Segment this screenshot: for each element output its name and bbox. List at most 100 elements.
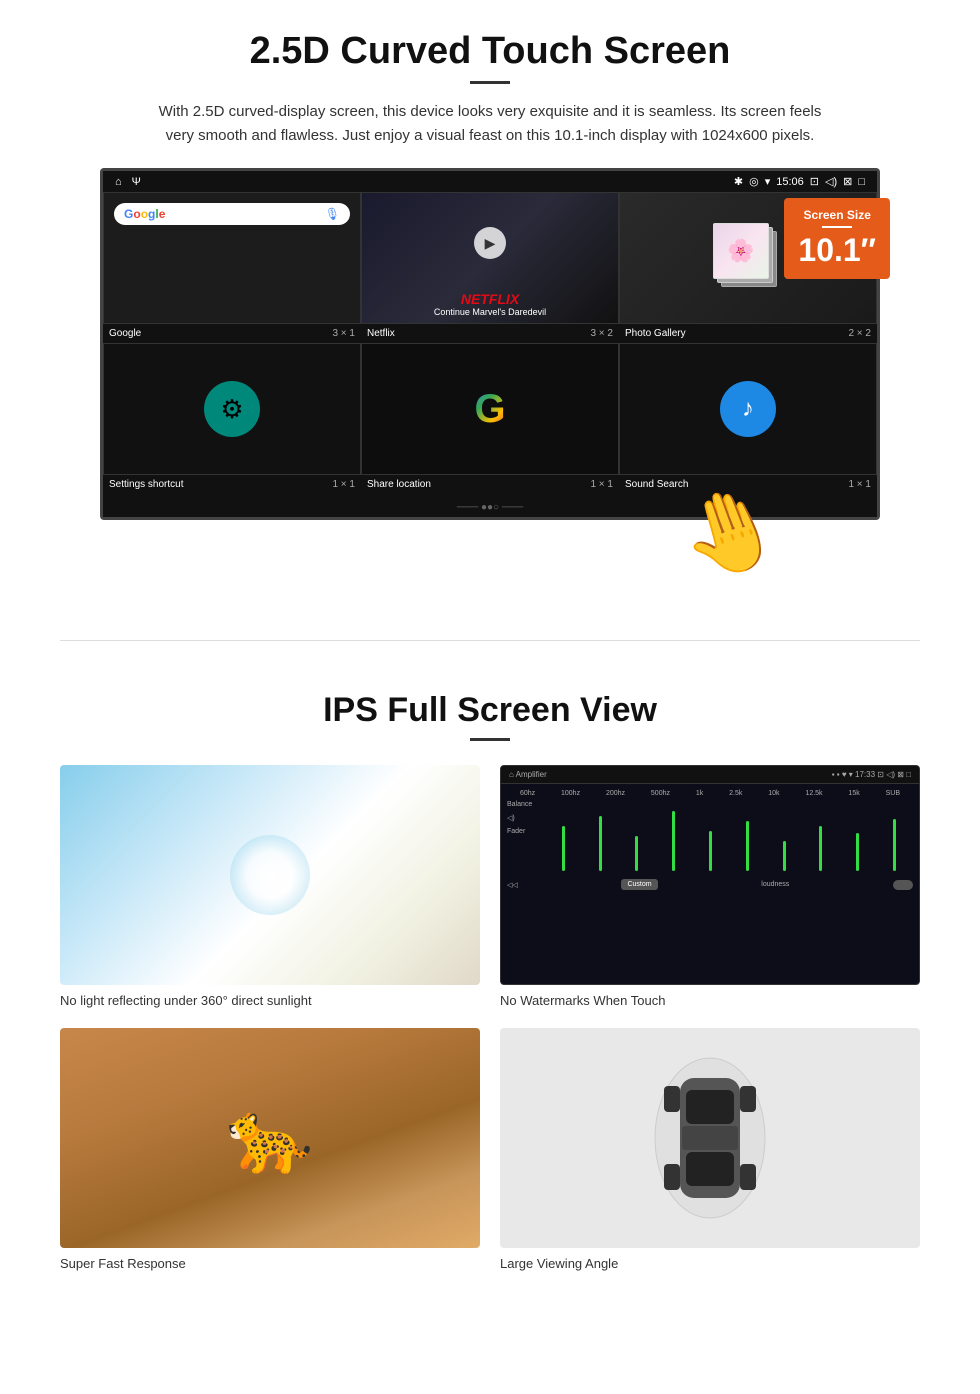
screen-size-label: Screen Size — [798, 208, 876, 222]
amp-bottom-bar: ◁◁ Custom loudness — [507, 879, 913, 890]
section2-title: IPS Full Screen View — [60, 691, 920, 730]
screen-size-badge: Screen Size 10.1″ — [784, 198, 890, 279]
amp-toggle[interactable] — [893, 880, 913, 890]
google-maps-icon: G — [474, 387, 505, 432]
phone-screen: ⌂ Ψ ✱ ◎ ▾ 15:06 ⊡ ◁) ⊠ □ — [100, 168, 880, 520]
eq-bar-9 — [856, 833, 859, 871]
app-labels-row1: Google 3 × 1 Netflix 3 × 2 Photo Gallery… — [103, 324, 877, 343]
google-app-cell[interactable]: Google 🎙 — [103, 192, 361, 324]
amp-content: 60hz100hz200hz500hz1k2.5k10k12.5k15kSUB … — [501, 784, 919, 984]
badge-underline — [822, 226, 852, 228]
gallery-preview: 🌸 — [713, 223, 783, 293]
feature-amplifier: ⌂ Amplifier ▪ ▪ ♥ ▾ 17:33 ⊡ ◁) ⊠ □ 60hz1… — [500, 765, 920, 1008]
time-display: 15:06 — [776, 176, 804, 188]
car-image — [500, 1028, 920, 1248]
feature-car: Large Viewing Angle — [500, 1028, 920, 1271]
netflix-grid-size: 3 × 2 — [590, 328, 613, 339]
netflix-subtitle: Continue Marvel's Daredevil — [370, 307, 610, 317]
eq-bar-6 — [746, 821, 749, 871]
feature-cheetah: 🐆 Super Fast Response — [60, 1028, 480, 1271]
google-grid-size: 3 × 1 — [332, 328, 355, 339]
netflix-logo: NETFLIX — [370, 291, 610, 307]
eq-bar-1 — [562, 826, 565, 871]
amp-sliders-area — [545, 801, 913, 871]
eq-bar-7 — [783, 841, 786, 871]
amp-top-bar: ⌂ Amplifier ▪ ▪ ♥ ▾ 17:33 ⊡ ◁) ⊠ □ — [501, 766, 919, 784]
cheetah-caption: Super Fast Response — [60, 1256, 480, 1271]
car-top-svg — [650, 1048, 770, 1228]
status-bar: ⌂ Ψ ✱ ◎ ▾ 15:06 ⊡ ◁) ⊠ □ — [103, 171, 877, 192]
sound-search-label: Sound Search — [625, 479, 688, 490]
photo-gallery-label-cell: Photo Gallery 2 × 2 — [619, 326, 877, 341]
photo-gallery-grid-size: 2 × 2 — [848, 328, 871, 339]
settings-grid-size: 1 × 1 — [332, 479, 355, 490]
share-location-cell[interactable]: G — [361, 343, 619, 475]
music-icon: ♪ — [720, 381, 776, 437]
settings-label: Settings shortcut — [109, 479, 183, 490]
netflix-app-cell[interactable]: ▶ NETFLIX Continue Marvel's Daredevil — [361, 192, 619, 324]
share-location-label: Share location — [367, 479, 431, 490]
status-bar-left: ⌂ Ψ — [115, 176, 141, 188]
app-grid-row2: ⚙ G ♪ — [103, 343, 877, 475]
photo-gallery-label: Photo Gallery — [625, 328, 686, 339]
netflix-label-cell: Netflix 3 × 2 — [361, 326, 619, 341]
google-search-bar[interactable]: Google 🎙 — [114, 203, 350, 225]
eq-bar-4 — [672, 811, 675, 871]
sunlight-caption: No light reflecting under 360° direct su… — [60, 993, 480, 1008]
section1-title: 2.5D Curved Touch Screen — [60, 30, 920, 73]
eq-bar-8 — [819, 826, 822, 871]
cheetah-emoji: 🐆 — [226, 1097, 313, 1179]
screen-size-value: 10.1″ — [798, 232, 876, 269]
home-icon: ⌂ — [115, 176, 122, 188]
sound-search-grid-size: 1 × 1 — [848, 479, 871, 490]
section2-underline — [470, 738, 510, 741]
settings-icon: ⚙ — [204, 381, 260, 437]
settings-background: ⚙ — [104, 344, 360, 474]
sunlight-image — [60, 765, 480, 985]
section-curved-screen: 2.5D Curved Touch Screen With 2.5D curve… — [0, 0, 980, 540]
google-logo: Google — [124, 207, 165, 221]
bluetooth-icon: ✱ — [734, 175, 743, 188]
google-label: Google — [109, 328, 141, 339]
share-location-label-cell: Share location 1 × 1 — [361, 477, 619, 492]
feature-sunlight: No light reflecting under 360° direct su… — [60, 765, 480, 1008]
volume-icon: ◁) — [825, 175, 837, 188]
section-ips-screen: IPS Full Screen View No light reflecting… — [0, 681, 980, 1301]
cheetah-image: 🐆 — [60, 1028, 480, 1248]
window-icon: □ — [858, 176, 865, 188]
status-bar-right: ✱ ◎ ▾ 15:06 ⊡ ◁) ⊠ □ — [734, 175, 865, 188]
car-caption: Large Viewing Angle — [500, 1256, 920, 1271]
mic-icon: 🎙 — [325, 207, 340, 221]
amp-left-panel: Balance◁)Fader — [507, 801, 913, 871]
eq-bar-5 — [709, 831, 712, 871]
section-divider — [60, 640, 920, 641]
phone-mockup: Screen Size 10.1″ ⌂ Ψ ✱ ◎ ▾ 15:06 ⊡ ◁) ⊠ — [100, 168, 880, 520]
settings-label-cell: Settings shortcut 1 × 1 — [103, 477, 361, 492]
feature-grid: No light reflecting under 360° direct su… — [60, 765, 920, 1271]
google-label-cell: Google 3 × 1 — [103, 326, 361, 341]
settings-app-cell[interactable]: ⚙ — [103, 343, 361, 475]
share-location-grid-size: 1 × 1 — [590, 479, 613, 490]
amp-custom-button[interactable]: Custom — [621, 879, 657, 890]
sound-search-background: ♪ — [620, 344, 876, 474]
location-icon: ◎ — [749, 175, 759, 188]
amplifier-caption: No Watermarks When Touch — [500, 993, 920, 1008]
close-icon: ⊠ — [843, 175, 852, 188]
title-underline — [470, 81, 510, 84]
sunlight-glow — [230, 835, 310, 915]
usb-icon: Ψ — [132, 176, 141, 188]
eq-bar-2 — [599, 816, 602, 871]
sound-search-cell[interactable]: ♪ — [619, 343, 877, 475]
netflix-play-button[interactable]: ▶ — [474, 227, 506, 259]
share-location-background: G — [362, 344, 618, 474]
wifi-icon: ▾ — [765, 175, 771, 188]
amplifier-image: ⌂ Amplifier ▪ ▪ ♥ ▾ 17:33 ⊡ ◁) ⊠ □ 60hz1… — [500, 765, 920, 985]
netflix-overlay: NETFLIX Continue Marvel's Daredevil — [362, 285, 618, 323]
netflix-label: Netflix — [367, 328, 395, 339]
amp-freq-labels: 60hz100hz200hz500hz1k2.5k10k12.5k15kSUB — [507, 790, 913, 797]
amp-labels: Balance◁)Fader — [507, 801, 537, 835]
eq-bar-3 — [635, 836, 638, 871]
section1-description: With 2.5D curved-display screen, this de… — [150, 100, 830, 148]
eq-bar-10 — [893, 819, 896, 871]
app-grid-row1: Google 🎙 ▶ NETFLIX Continue Marvel's Dar… — [103, 192, 877, 324]
